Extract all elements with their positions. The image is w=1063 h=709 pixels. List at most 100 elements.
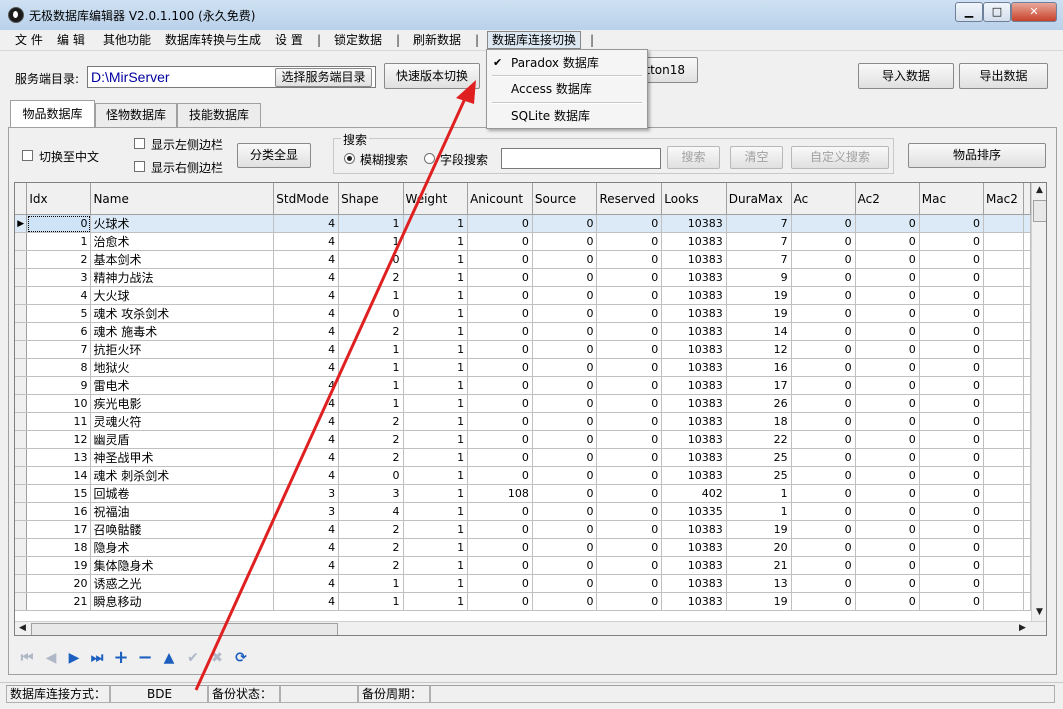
table-cell[interactable]	[983, 268, 1025, 287]
table-cell[interactable]: 0	[855, 412, 920, 431]
row-indicator[interactable]	[15, 502, 28, 521]
table-cell[interactable]: 4	[273, 520, 340, 539]
column-header[interactable]: Name	[90, 183, 275, 215]
table-cell[interactable]: 1	[26, 232, 92, 251]
table-cell[interactable]: 10383	[661, 250, 727, 269]
table-cell[interactable]: 2	[338, 520, 404, 539]
table-cell[interactable]: 抗拒火环	[90, 340, 275, 359]
table-cell[interactable]: 10383	[661, 592, 727, 611]
row-indicator[interactable]	[15, 304, 28, 323]
row-indicator[interactable]	[15, 412, 28, 431]
menu-settings[interactable]: 设 置	[275, 32, 303, 48]
table-row[interactable]: 11 灵魂火符 4 2 1 0 0 0 10383 18 0 0 0	[15, 412, 1031, 431]
nav-refresh-icon[interactable]: ⟳	[232, 649, 250, 667]
table-cell[interactable]: 0	[596, 466, 663, 485]
table-cell[interactable]: 1	[403, 376, 469, 395]
table-cell[interactable]: 1	[403, 430, 469, 449]
table-cell[interactable]: 2	[338, 412, 404, 431]
row-indicator[interactable]	[15, 592, 28, 611]
table-cell[interactable]: 0	[596, 484, 663, 503]
table-cell[interactable]: 0	[532, 304, 598, 323]
table-cell[interactable]: 0	[855, 286, 920, 305]
table-cell[interactable]: 0	[532, 394, 598, 413]
table-cell[interactable]: 0	[855, 466, 920, 485]
table-cell[interactable]: 12	[726, 340, 792, 359]
maximize-button[interactable]: □	[983, 2, 1011, 22]
table-cell[interactable]: 治愈术	[90, 232, 275, 251]
scroll-left-icon[interactable]: ◀	[15, 623, 30, 633]
table-cell[interactable]: 祝福油	[90, 502, 275, 521]
table-cell[interactable]: 0	[467, 556, 533, 575]
column-header[interactable]: DuraMax	[726, 183, 792, 215]
table-cell[interactable]: 0	[791, 322, 856, 341]
table-cell[interactable]	[983, 340, 1025, 359]
table-cell[interactable]: 0	[791, 358, 856, 377]
table-row[interactable]: 8 地狱火 4 1 1 0 0 0 10383 16 0 0 0	[15, 358, 1031, 377]
table-cell[interactable]: 0	[855, 556, 920, 575]
table-cell[interactable]: 10383	[661, 448, 727, 467]
table-cell[interactable]: 0	[532, 466, 598, 485]
table-row[interactable]: ▶ 0 火球术 4 1 1 0 0 0 10383 7 0 0 0	[15, 214, 1031, 233]
vertical-scrollbar[interactable]: ▲ ▼	[1031, 183, 1046, 621]
dropdown-item-access[interactable]: Access 数据库	[487, 78, 647, 100]
column-header[interactable]: Ac	[791, 183, 856, 215]
table-cell[interactable]: 1	[338, 214, 404, 233]
table-cell[interactable]: 7	[726, 250, 792, 269]
nav-cancel-icon[interactable]: ✖	[208, 649, 226, 667]
table-cell[interactable]	[983, 466, 1025, 485]
table-cell[interactable]: 1	[403, 592, 469, 611]
table-cell[interactable]: 2	[338, 322, 404, 341]
table-cell[interactable]: 4	[273, 250, 340, 269]
table-cell[interactable]: 神圣战甲术	[90, 448, 275, 467]
table-cell[interactable]: 0	[919, 484, 984, 503]
table-cell[interactable]: 0	[919, 304, 984, 323]
row-indicator[interactable]	[15, 322, 28, 341]
table-cell[interactable]: 0	[855, 520, 920, 539]
show-right-checkbox[interactable]	[134, 161, 145, 172]
table-cell[interactable]: 0	[467, 304, 533, 323]
table-cell[interactable]: 0	[919, 574, 984, 593]
table-cell[interactable]: 10383	[661, 376, 727, 395]
table-cell[interactable]: 0	[855, 394, 920, 413]
table-cell[interactable]: 17	[726, 376, 792, 395]
table-cell[interactable]: 6	[26, 322, 92, 341]
table-cell[interactable]: 0	[855, 430, 920, 449]
table-cell[interactable]: 19	[726, 520, 792, 539]
table-cell[interactable]: 0	[791, 430, 856, 449]
table-cell[interactable]: 精神力战法	[90, 268, 275, 287]
table-cell[interactable]: 0	[919, 430, 984, 449]
table-cell[interactable]	[983, 430, 1025, 449]
table-cell[interactable]: 0	[919, 322, 984, 341]
table-cell[interactable]	[983, 538, 1025, 557]
table-cell[interactable]: 10383	[661, 538, 727, 557]
table-cell[interactable]: 4	[273, 286, 340, 305]
table-cell[interactable]: 4	[273, 448, 340, 467]
row-indicator[interactable]	[15, 448, 28, 467]
table-cell[interactable]: 5	[26, 304, 92, 323]
table-cell[interactable]: 3	[338, 484, 404, 503]
table-cell[interactable]: 15	[26, 484, 92, 503]
table-cell[interactable]: 0	[467, 250, 533, 269]
table-cell[interactable]: 4	[273, 592, 340, 611]
table-cell[interactable]: 1	[403, 304, 469, 323]
table-cell[interactable]: 0	[596, 358, 663, 377]
table-row[interactable]: 5 魂术 攻杀剑术 4 0 1 0 0 0 10383 19 0 0 0	[15, 304, 1031, 323]
table-cell[interactable]: 10383	[661, 232, 727, 251]
table-cell[interactable]: 0	[532, 214, 598, 233]
table-cell[interactable]: 0	[596, 286, 663, 305]
row-indicator[interactable]	[15, 538, 28, 557]
table-cell[interactable]: 0	[532, 484, 598, 503]
table-cell[interactable]: 0	[919, 502, 984, 521]
table-cell[interactable]: 0	[532, 574, 598, 593]
table-cell[interactable]: 0	[596, 502, 663, 521]
table-cell[interactable]: 1	[403, 538, 469, 557]
table-cell[interactable]: 10383	[661, 268, 727, 287]
field-search-radio[interactable]	[424, 153, 435, 164]
table-cell[interactable]: 0	[467, 520, 533, 539]
column-header[interactable]: Looks	[661, 183, 727, 215]
table-cell[interactable]: 0	[919, 394, 984, 413]
table-row[interactable]: 12 幽灵盾 4 2 1 0 0 0 10383 22 0 0 0	[15, 430, 1031, 449]
table-cell[interactable]: 10383	[661, 304, 727, 323]
table-cell[interactable]: 0	[855, 340, 920, 359]
table-cell[interactable]: 9	[26, 376, 92, 395]
